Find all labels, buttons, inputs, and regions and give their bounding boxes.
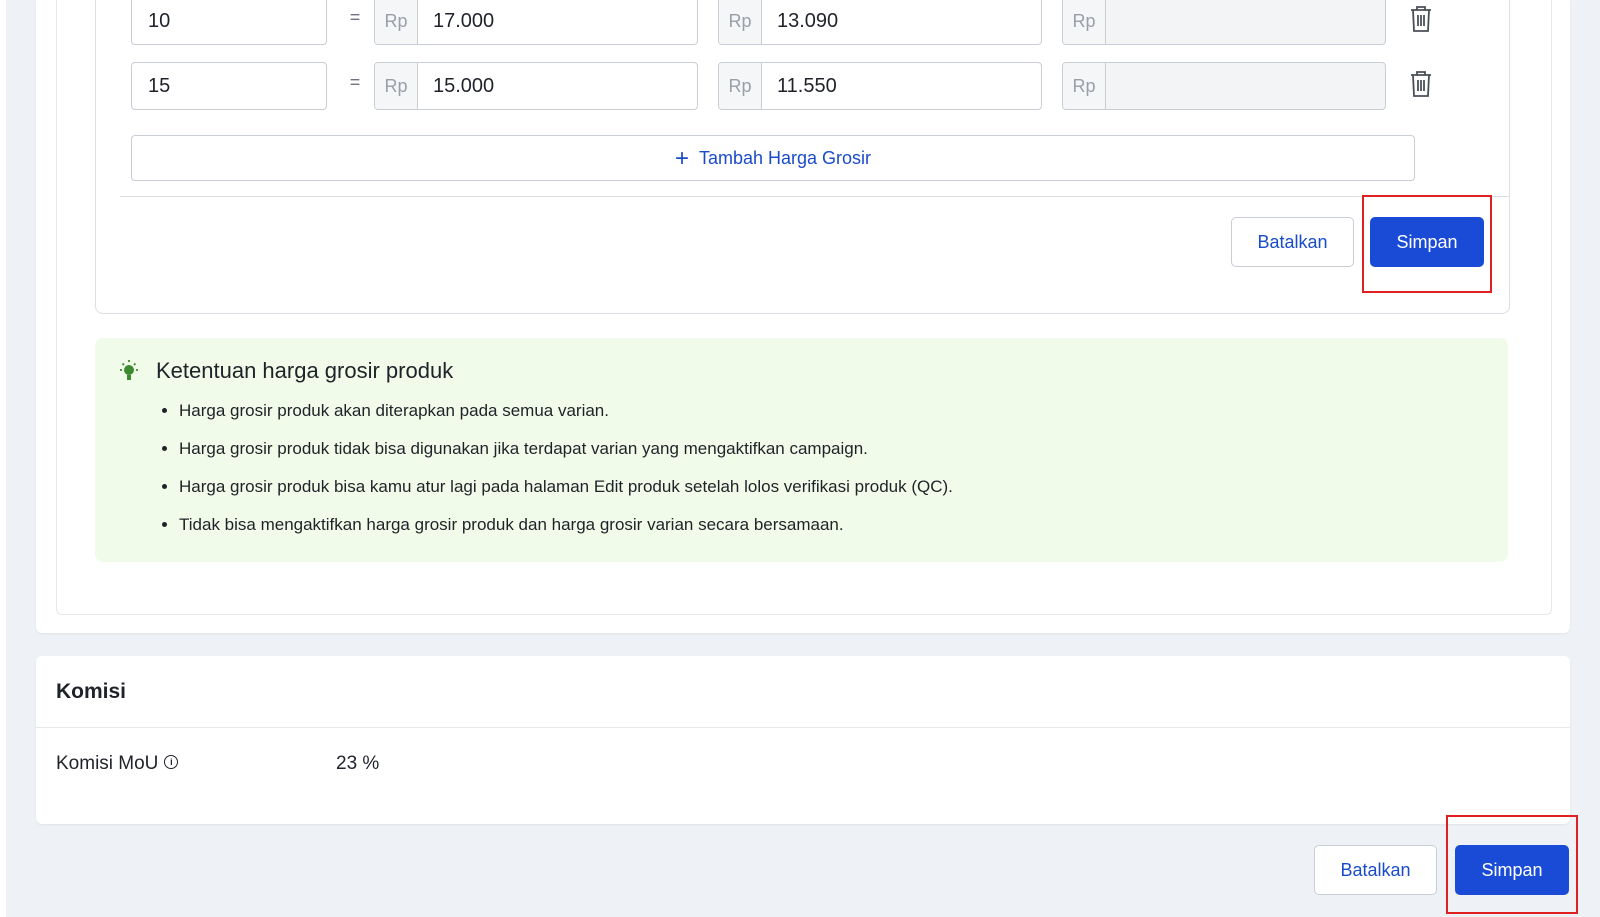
currency-prefix: Rp bbox=[375, 0, 418, 44]
page-edge bbox=[0, 0, 6, 917]
net-price-input[interactable]: Rp 13.090 bbox=[718, 0, 1042, 45]
plus-icon: + bbox=[674, 145, 689, 172]
trash-icon[interactable] bbox=[1409, 5, 1433, 33]
footer-cancel-button[interactable]: Batalkan bbox=[1314, 845, 1437, 895]
footer-save-button[interactable]: Simpan bbox=[1455, 845, 1569, 895]
komisi-mou-text: Komisi MoU bbox=[56, 753, 159, 774]
divider bbox=[120, 196, 1510, 197]
min-qty-input[interactable]: 15 bbox=[131, 62, 327, 110]
add-grosir-label: Tambah Harga Grosir bbox=[698, 148, 872, 168]
save-button[interactable]: Simpan bbox=[1370, 217, 1484, 267]
info-icon[interactable]: i bbox=[164, 755, 179, 769]
komisi-mou-value: 23 % bbox=[336, 753, 380, 774]
equals-sign: = bbox=[349, 7, 361, 27]
komisi-mou-label: Komisi MoU i bbox=[56, 753, 179, 775]
net-price-input[interactable]: Rp 11.550 bbox=[718, 62, 1042, 110]
grosir-price-input[interactable]: Rp 17.000 bbox=[374, 0, 698, 45]
trash-icon[interactable] bbox=[1409, 70, 1433, 98]
komisi-title: Komisi bbox=[56, 680, 127, 703]
info-item: Harga grosir produk bisa kamu atur lagi … bbox=[179, 474, 953, 512]
min-qty-input[interactable]: 10 bbox=[131, 0, 327, 45]
grosir-row: 15 = Rp 15.000 Rp 11.550 Rp bbox=[131, 62, 1451, 112]
divider bbox=[36, 727, 1570, 728]
net-price-value: 13.090 bbox=[777, 10, 839, 32]
info-item: Tidak bisa mengaktifkan harga grosir pro… bbox=[179, 512, 953, 550]
info-box: Ketentuan harga grosir produk Harga gros… bbox=[95, 338, 1508, 562]
currency-prefix: Rp bbox=[1063, 63, 1106, 109]
info-item: Harga grosir produk tidak bisa digunakan… bbox=[179, 436, 953, 474]
cancel-button[interactable]: Batalkan bbox=[1231, 217, 1354, 267]
min-qty-value: 10 bbox=[148, 10, 171, 32]
grosir-price-input[interactable]: Rp 15.000 bbox=[374, 62, 698, 110]
disabled-price-input: Rp bbox=[1062, 62, 1386, 110]
grosir-price-value: 17.000 bbox=[433, 10, 495, 32]
net-price-value: 11.550 bbox=[777, 75, 837, 97]
currency-prefix: Rp bbox=[1063, 0, 1106, 44]
currency-prefix: Rp bbox=[375, 63, 418, 109]
currency-prefix: Rp bbox=[719, 63, 762, 109]
grosir-row: 10 = Rp 17.000 Rp 13.090 Rp bbox=[131, 0, 1451, 47]
min-qty-value: 15 bbox=[148, 75, 171, 97]
add-grosir-button[interactable]: + Tambah Harga Grosir bbox=[131, 135, 1415, 181]
grosir-price-value: 15.000 bbox=[433, 75, 495, 97]
komisi-card: Komisi Komisi MoU i 23 % bbox=[36, 656, 1570, 824]
info-title: Ketentuan harga grosir produk bbox=[156, 358, 454, 383]
currency-prefix: Rp bbox=[719, 0, 762, 44]
info-item: Harga grosir produk akan diterapkan pada… bbox=[179, 398, 953, 436]
equals-sign: = bbox=[349, 72, 361, 92]
lightbulb-icon bbox=[120, 360, 138, 380]
disabled-price-input: Rp bbox=[1062, 0, 1386, 45]
info-list: Harga grosir produk akan diterapkan pada… bbox=[159, 398, 953, 550]
